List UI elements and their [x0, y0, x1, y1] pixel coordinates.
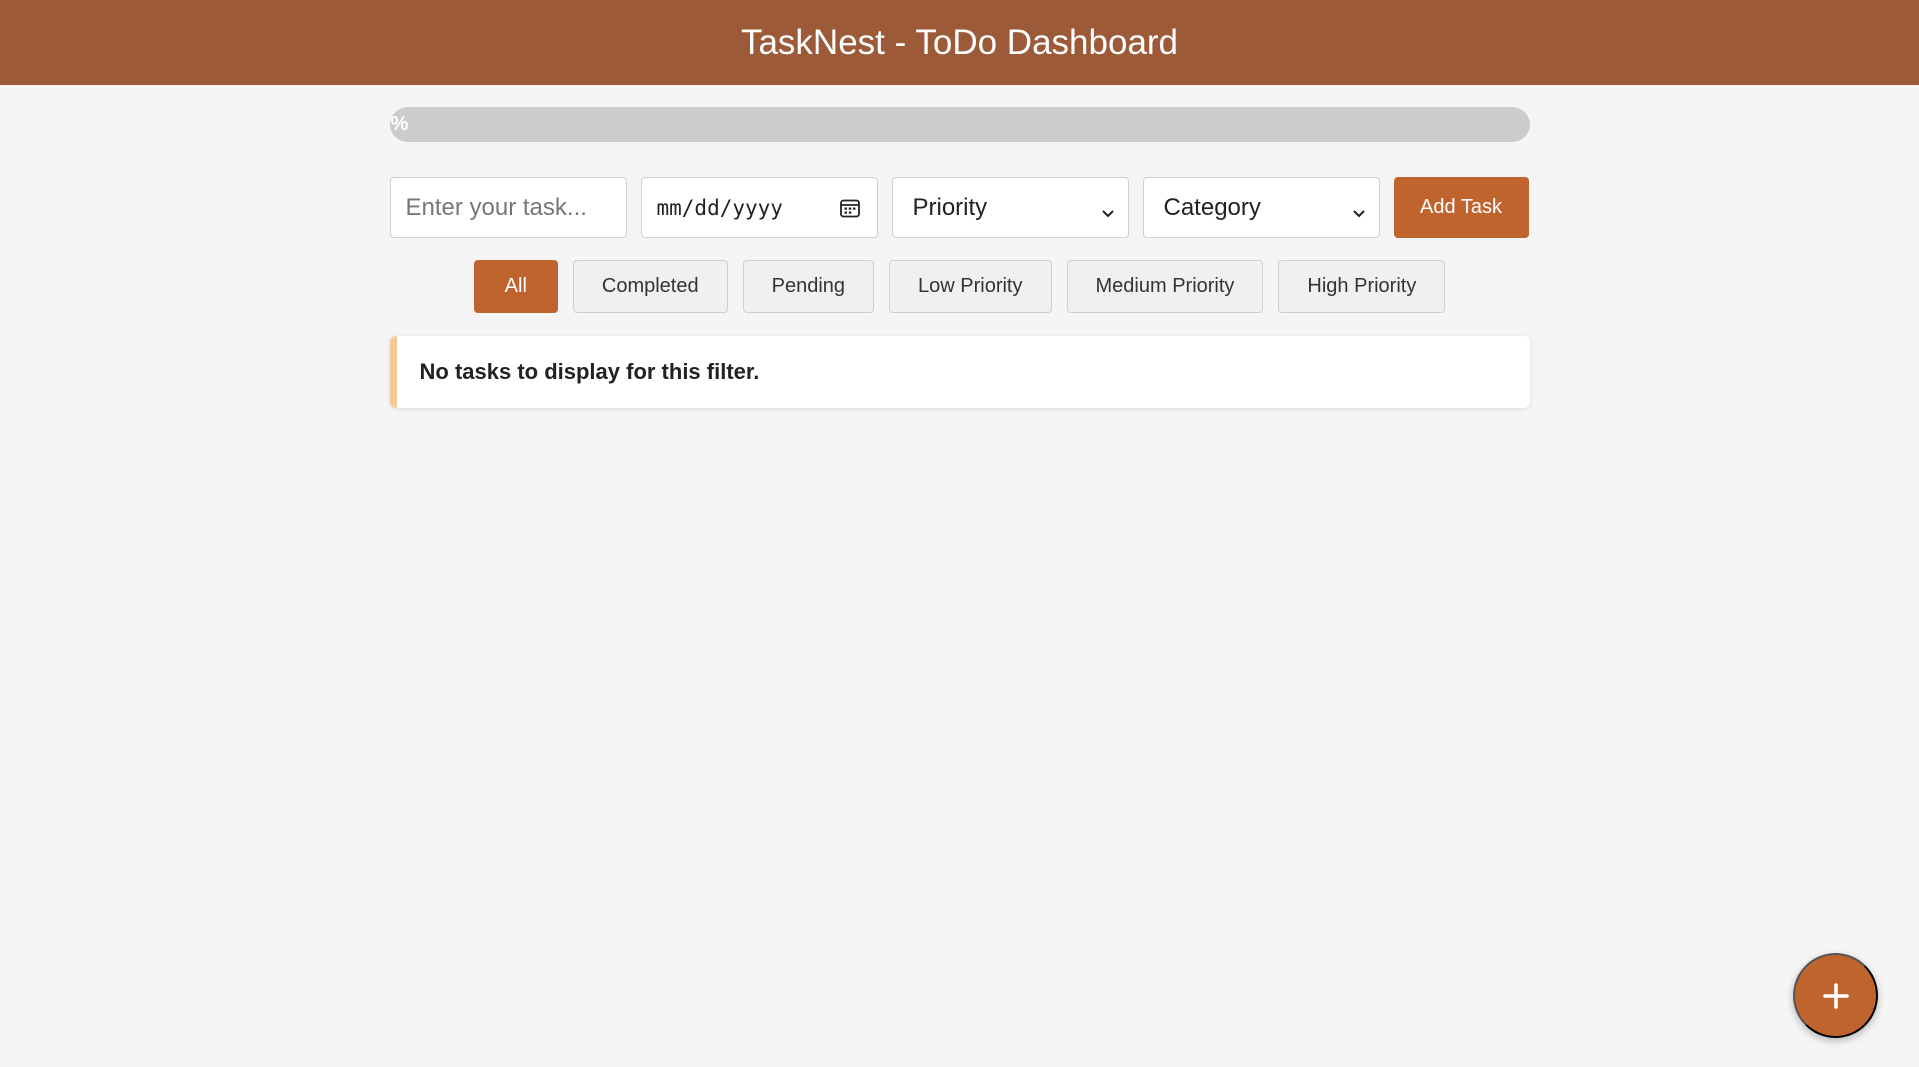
- category-select-value: Category: [1163, 193, 1261, 221]
- empty-state-card: No tasks to display for this filter.: [389, 336, 1530, 408]
- floating-add-button[interactable]: [1793, 953, 1878, 1038]
- task-input[interactable]: [389, 177, 627, 238]
- due-date-input[interactable]: mm/dd/yyyy: [640, 177, 878, 238]
- filter-completed-button[interactable]: Completed: [572, 260, 728, 313]
- progress-label: 0%: [390, 113, 409, 135]
- page-title: TaskNest - ToDo Dashboard: [740, 22, 1179, 62]
- filter-pending-button[interactable]: Pending: [742, 260, 875, 313]
- main-container: 0% mm/dd/yyyy Priority: [389, 85, 1530, 408]
- progress-bar: 0%: [389, 107, 1530, 142]
- app-header: TaskNest - ToDo Dashboard: [0, 0, 1919, 85]
- filter-all-button[interactable]: All: [473, 260, 558, 313]
- date-placeholder: mm/dd/yyyy: [656, 195, 783, 220]
- filter-low-priority-button[interactable]: Low Priority: [889, 260, 1052, 313]
- priority-select-value: Priority: [912, 193, 988, 221]
- empty-state-message: No tasks to display for this filter.: [419, 359, 760, 384]
- add-task-button[interactable]: Add Task: [1393, 177, 1529, 238]
- category-select[interactable]: Category: [1142, 177, 1380, 238]
- priority-select[interactable]: Priority: [891, 177, 1129, 238]
- calendar-icon[interactable]: [838, 196, 862, 220]
- filter-medium-priority-button[interactable]: Medium Priority: [1066, 260, 1264, 313]
- filter-high-priority-button[interactable]: High Priority: [1278, 260, 1446, 313]
- chevron-down-icon: [1351, 200, 1367, 217]
- chevron-down-icon: [1100, 200, 1116, 217]
- add-task-form: mm/dd/yyyy Priority Category: [389, 177, 1530, 238]
- plus-icon: [1821, 981, 1851, 1011]
- filter-bar: All Completed Pending Low Priority Mediu…: [390, 260, 1530, 313]
